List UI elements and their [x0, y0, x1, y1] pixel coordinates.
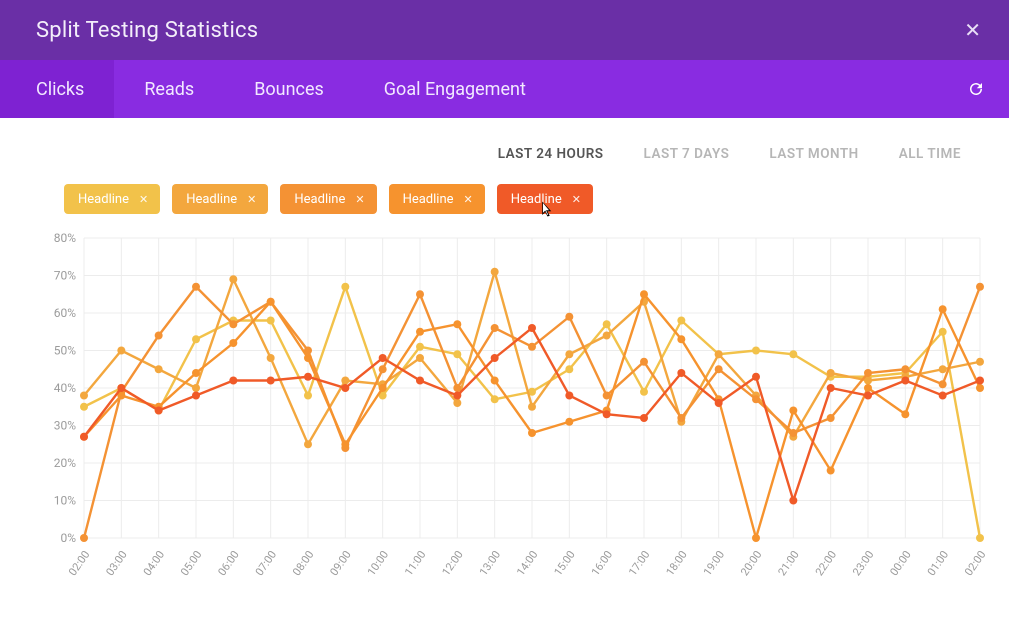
svg-text:22:00: 22:00	[813, 548, 839, 578]
range-month[interactable]: LAST MONTH	[769, 146, 858, 162]
refresh-icon	[967, 80, 985, 98]
svg-text:03:00: 03:00	[103, 548, 129, 578]
svg-text:17:00: 17:00	[626, 548, 652, 578]
legend-chip-label: Headline	[186, 192, 237, 207]
legend-chip[interactable]: Headline	[497, 184, 593, 214]
svg-text:18:00: 18:00	[663, 548, 689, 578]
legend-chip[interactable]: Headline	[64, 184, 160, 214]
svg-text:02:00: 02:00	[66, 548, 92, 578]
svg-text:00:00: 00:00	[887, 548, 913, 578]
panel-body: LAST 24 HOURS LAST 7 DAYS LAST MONTH ALL…	[0, 118, 1009, 604]
remove-icon[interactable]	[572, 191, 581, 207]
tab-label: Goal Engagement	[384, 79, 526, 100]
svg-text:06:00: 06:00	[215, 548, 241, 578]
svg-text:60%: 60%	[54, 306, 76, 320]
chart: 0% 10% 20% 30% 40% 50% 60% 70% 80% 02:00 03:00 04:0…	[24, 232, 985, 592]
svg-text:20:00: 20:00	[738, 548, 764, 578]
tab-label: Bounces	[254, 79, 324, 100]
tab-reads[interactable]: Reads	[114, 60, 224, 118]
svg-text:16:00: 16:00	[589, 548, 615, 578]
svg-text:12:00: 12:00	[439, 548, 465, 578]
svg-text:09:00: 09:00	[327, 548, 353, 578]
tab-clicks[interactable]: Clicks	[0, 60, 114, 118]
time-range-bar: LAST 24 HOURS LAST 7 DAYS LAST MONTH ALL…	[24, 118, 985, 176]
legend-chip-label: Headline	[403, 192, 454, 207]
svg-text:08:00: 08:00	[290, 548, 316, 578]
remove-icon[interactable]	[139, 191, 148, 207]
svg-text:05:00: 05:00	[178, 548, 204, 578]
line-chart-svg: 0% 10% 20% 30% 40% 50% 60% 70% 80% 02:00 03:00 04:0…	[30, 232, 990, 592]
legend-chip[interactable]: Headline	[280, 184, 376, 214]
range-7d[interactable]: LAST 7 DAYS	[644, 146, 730, 162]
range-24h[interactable]: LAST 24 HOURS	[498, 146, 604, 162]
titlebar: Split Testing Statistics ✕	[0, 0, 1009, 60]
remove-icon[interactable]	[247, 191, 256, 207]
svg-text:13:00: 13:00	[477, 548, 503, 578]
remove-icon[interactable]	[355, 191, 364, 207]
svg-text:10%: 10%	[54, 494, 76, 508]
legend-chip[interactable]: Headline	[389, 184, 485, 214]
tabbar: Clicks Reads Bounces Goal Engagement	[0, 60, 1009, 118]
svg-text:80%: 80%	[54, 232, 76, 245]
legend-chip-label: Headline	[511, 192, 562, 207]
svg-text:01:00: 01:00	[925, 548, 951, 578]
svg-text:23:00: 23:00	[850, 548, 876, 578]
close-icon[interactable]: ✕	[960, 12, 985, 48]
svg-text:15:00: 15:00	[551, 548, 577, 578]
range-all[interactable]: ALL TIME	[899, 146, 961, 162]
svg-text:10:00: 10:00	[365, 548, 391, 578]
tab-bounces[interactable]: Bounces	[224, 60, 354, 118]
page-title: Split Testing Statistics	[36, 18, 258, 43]
legend-chips: Headline Headline Headline Headline Headline	[24, 176, 985, 232]
svg-text:11:00: 11:00	[402, 548, 428, 578]
tab-label: Clicks	[36, 79, 84, 100]
svg-text:70%: 70%	[54, 269, 76, 283]
tab-goal-engagement[interactable]: Goal Engagement	[354, 60, 568, 118]
legend-chip[interactable]: Headline	[172, 184, 268, 214]
svg-text:19:00: 19:00	[701, 548, 727, 578]
svg-text:50%: 50%	[54, 344, 76, 358]
svg-text:14:00: 14:00	[514, 548, 540, 578]
app-window: Split Testing Statistics ✕ Clicks Reads …	[0, 0, 1009, 643]
svg-text:21:00: 21:00	[775, 548, 801, 578]
legend-chip-label: Headline	[294, 192, 345, 207]
svg-text:07:00: 07:00	[253, 548, 279, 578]
refresh-button[interactable]	[943, 60, 1009, 118]
svg-text:40%: 40%	[54, 381, 76, 395]
svg-text:30%: 30%	[54, 419, 76, 433]
svg-text:20%: 20%	[54, 456, 76, 470]
remove-icon[interactable]	[464, 191, 473, 207]
svg-text:02:00: 02:00	[962, 548, 988, 578]
svg-text:04:00: 04:00	[141, 548, 167, 578]
svg-text:0%: 0%	[60, 531, 76, 545]
tab-label: Reads	[144, 79, 194, 100]
legend-chip-label: Headline	[78, 192, 129, 207]
